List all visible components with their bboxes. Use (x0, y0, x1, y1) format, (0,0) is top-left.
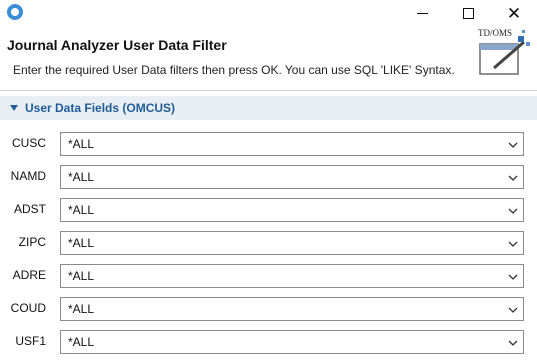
combo-value: *ALL (68, 170, 95, 184)
combo-value: *ALL (68, 302, 95, 316)
field-label: USF1 (15, 334, 46, 348)
field-label: CUSC (11, 136, 46, 150)
field-label: NAMD (10, 169, 46, 183)
field-label: ADRE (12, 268, 46, 282)
maximize-button[interactable] (445, 0, 491, 26)
minimize-icon (416, 12, 428, 14)
chevron-down-icon[interactable] (508, 173, 518, 183)
combo-value: *ALL (68, 203, 95, 217)
chevron-down-icon[interactable] (508, 272, 518, 282)
close-button[interactable]: ✕ (491, 0, 537, 26)
field-label: ZIPC (18, 235, 46, 249)
field-label: COUD (10, 301, 46, 315)
title-bar: ✕ (0, 0, 537, 26)
magic-wand-window-icon (479, 30, 530, 75)
section-title: User Data Fields (OMCUS) (25, 101, 176, 115)
field-row-adst: ADST *ALL (0, 198, 537, 222)
field-row-namd: NAMD *ALL (0, 165, 537, 189)
combo-value: *ALL (68, 137, 95, 151)
close-icon: ✕ (506, 3, 522, 23)
field-row-cusc: CUSC *ALL (0, 132, 537, 156)
section-header-user-data-fields[interactable]: User Data Fields (OMCUS) (0, 96, 537, 120)
combo-coud[interactable]: *ALL (60, 297, 524, 321)
field-label: ADST (13, 202, 46, 216)
combo-cusc[interactable]: *ALL (60, 132, 524, 156)
maximize-icon (462, 7, 474, 19)
combo-zipc[interactable]: *ALL (60, 231, 524, 255)
dialog-title: Journal Analyzer User Data Filter (7, 37, 227, 53)
field-row-coud: COUD *ALL (0, 297, 537, 321)
chevron-down-icon[interactable] (508, 338, 518, 348)
combo-adre[interactable]: *ALL (60, 264, 524, 288)
field-row-adre: ADRE *ALL (0, 264, 537, 288)
chevron-down-icon[interactable] (508, 239, 518, 249)
combo-value: *ALL (68, 236, 95, 250)
header-separator (0, 90, 537, 91)
field-row-zipc: ZIPC *ALL (0, 231, 537, 255)
collapse-triangle-icon[interactable] (10, 105, 18, 111)
chevron-down-icon[interactable] (508, 140, 518, 150)
combo-value: *ALL (68, 335, 95, 349)
app-icon (7, 4, 23, 20)
chevron-down-icon[interactable] (508, 305, 518, 315)
minimize-button[interactable] (399, 0, 445, 26)
instruction-text: Enter the required User Data filters the… (13, 63, 455, 77)
combo-usf1[interactable]: *ALL (60, 330, 524, 354)
combo-adst[interactable]: *ALL (60, 198, 524, 222)
chevron-down-icon[interactable] (508, 206, 518, 216)
combo-namd[interactable]: *ALL (60, 165, 524, 189)
field-row-usf1: USF1 *ALL (0, 330, 537, 354)
combo-value: *ALL (68, 269, 95, 283)
